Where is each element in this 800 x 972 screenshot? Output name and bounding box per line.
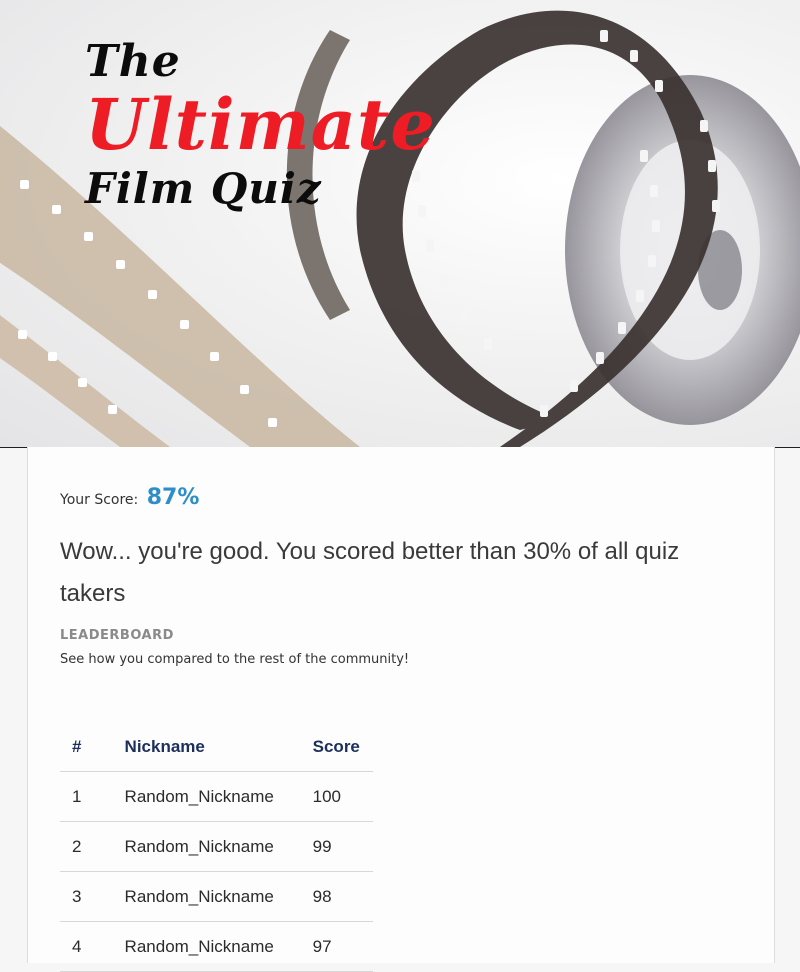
title-line-the: The: [85, 36, 181, 87]
row-rank: 1: [60, 771, 125, 822]
row-rank: 2: [60, 821, 125, 872]
leaderboard-table: # Nickname Score 1 Random_Nickname 100 2…: [60, 722, 373, 972]
column-header-nickname: Nickname: [124, 722, 313, 772]
score-line: Your Score: 87%: [60, 485, 199, 510]
row-score: 99: [312, 821, 373, 872]
column-header-score: Score: [312, 722, 373, 772]
hero-banner: The Ultimate Film Quiz: [0, 0, 800, 448]
leaderboard-title: LEADERBOARD: [60, 628, 174, 643]
row-nickname: Random_Nickname: [124, 871, 313, 922]
table-header-row: # Nickname Score: [60, 722, 373, 772]
table-row: 4 Random_Nickname 97: [60, 921, 373, 972]
title-line-film-quiz: Film Quiz: [85, 164, 322, 213]
table-row: 1 Random_Nickname 100: [60, 771, 373, 822]
result-message: Wow... you're good. You scored better th…: [60, 538, 680, 607]
score-value: 87%: [146, 485, 200, 510]
row-nickname: Random_Nickname: [124, 921, 313, 972]
leaderboard-subtitle: See how you compared to the rest of the …: [60, 652, 410, 667]
table-row: 2 Random_Nickname 99: [60, 821, 373, 872]
result-card: Your Score: 87% Wow... you're good. You …: [27, 447, 775, 972]
row-nickname: Random_Nickname: [124, 771, 313, 822]
title-line-ultimate: Ultimate: [85, 83, 436, 166]
row-rank: 3: [60, 871, 125, 922]
row-score: 97: [312, 921, 373, 972]
row-score: 98: [312, 871, 373, 922]
quiz-title: The Ultimate Film Quiz: [85, 40, 436, 210]
row-nickname: Random_Nickname: [124, 821, 313, 872]
row-score: 100: [312, 771, 373, 822]
row-rank: 4: [60, 921, 125, 972]
column-header-rank: #: [60, 722, 125, 772]
table-row: 3 Random_Nickname 98: [60, 871, 373, 922]
score-label: Your Score:: [60, 492, 139, 508]
